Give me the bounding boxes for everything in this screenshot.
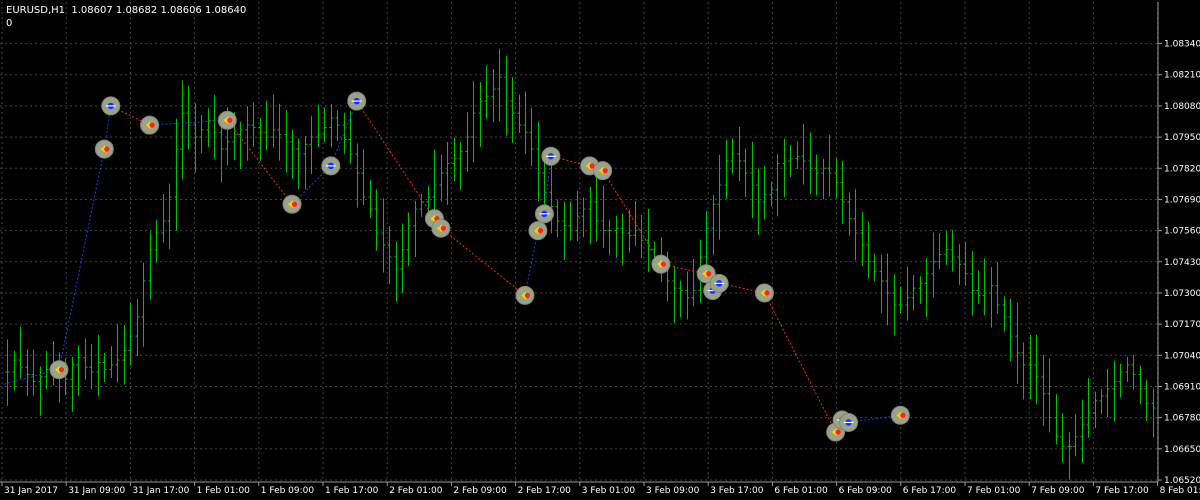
x-tick-label: 1 Feb 01:00 [197,486,251,496]
trend-segment [764,292,837,433]
marker-dot [537,228,544,234]
marker-dot [706,271,712,277]
y-tick-label: 1.07430 [1164,258,1200,268]
swing-marker [651,254,671,274]
x-tick-label: 8 Feb 01:00 [1160,486,1200,496]
x-tick-label: 7 Feb 17:00 [1095,486,1149,496]
swing-marker [515,285,535,305]
y-tick-label: 1.06650 [1164,445,1200,455]
trend-segment [330,100,358,167]
chart-grid [0,2,1162,486]
y-tick-label: 1.07040 [1164,351,1200,361]
marker-dot [524,292,531,298]
swing-marker [890,405,910,425]
x-tick-label: 2 Feb 01:00 [389,486,443,496]
trend-lines [3,100,901,433]
marker-dot [104,146,110,152]
y-tick-label: 1.07950 [1164,133,1200,143]
indicator-value: 0 [6,18,13,29]
chart-header: EURUSD,H1 1.08607 1.08682 1.08606 1.0864… [6,4,246,18]
y-tick-label: 1.07690 [1164,195,1200,205]
price-chart[interactable]: 1.08340 1.08210 1.08080 1.07950 1.07820 1.076… [0,0,1200,500]
swing-marker [101,96,121,116]
x-tick-label: 6 Feb 09:00 [839,486,893,496]
marker-dot [58,367,65,373]
x-tick-label: 6 Feb 01:00 [774,486,828,496]
x-axis-labels: 31 Jan 2017 31 Jan 09:00 31 Jan 17:00 1 Feb… [4,486,1200,496]
x-tick-label: 7 Feb 01:00 [967,486,1021,496]
y-tick-label: 1.08080 [1164,102,1200,112]
marker-dot [660,261,666,267]
swing-marker [217,110,237,130]
marker-dot [835,429,841,435]
swing-marker [140,115,160,135]
y-tick-label: 1.06520 [1164,476,1200,486]
x-tick-label: 31 Jan 09:00 [68,486,125,496]
swing-marker [347,91,367,111]
trend-segment [602,170,662,265]
swing-marker [431,218,451,238]
y-tick-label: 1.06780 [1164,414,1200,424]
symbol-label: EURUSD,H1 [6,5,66,16]
swing-marker [528,221,548,241]
marker-dot [149,122,155,128]
swing-markers [49,91,910,442]
y-tick-label: 1.07560 [1164,227,1200,237]
swing-marker [754,283,774,303]
y-tick-label: 1.08340 [1164,40,1200,50]
y-tick-label: 1.08210 [1164,71,1200,81]
swing-marker [593,161,613,181]
marker-dot [291,201,298,207]
swing-marker [709,273,729,293]
swing-marker [282,194,302,214]
y-tick-label: 1.06910 [1164,382,1200,392]
x-tick-label: 1 Feb 09:00 [261,486,315,496]
ohlc-readout: 1.08607 1.08682 1.08606 1.08640 [71,5,247,16]
x-tick-label: 3 Feb 17:00 [710,486,764,496]
trend-segment [356,100,435,219]
marker-dot [602,168,608,174]
x-tick-label: 2 Feb 09:00 [453,486,507,496]
y-tick-label: 1.07170 [1164,320,1200,330]
chart-axes [0,2,1159,483]
x-tick-label: 6 Feb 17:00 [903,486,957,496]
trend-segment [524,230,539,296]
x-tick-label: 31 Jan 2017 [4,486,58,496]
swing-marker [839,412,859,432]
marker-dot [900,412,906,418]
y-tick-label: 1.07820 [1164,164,1200,174]
x-tick-label: 7 Feb 09:00 [1031,486,1085,496]
trend-segment [226,120,293,205]
y-tick-label: 1.07300 [1164,289,1200,299]
y-axis-labels: 1.08340 1.08210 1.08080 1.07950 1.07820 1.076… [1164,40,1200,486]
swing-marker [94,139,114,159]
swing-marker [321,156,341,176]
marker-dot [227,117,233,123]
swing-marker [534,204,554,224]
x-tick-label: 31 Jan 17:00 [132,486,189,496]
x-tick-label: 1 Feb 17:00 [325,486,379,496]
x-tick-label: 2 Feb 17:00 [518,486,572,496]
swing-marker [49,360,69,380]
price-bars [5,48,1156,480]
trend-segment [440,227,526,296]
marker-dot [764,290,770,296]
swing-marker [541,146,561,166]
x-tick-label: 3 Feb 09:00 [646,486,700,496]
x-tick-label: 3 Feb 01:00 [582,486,636,496]
marker-dot [440,225,446,231]
